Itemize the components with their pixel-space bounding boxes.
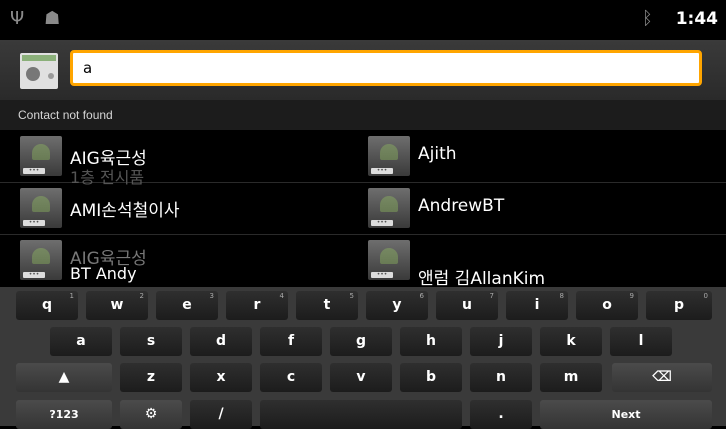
key-u[interactable]: u7 xyxy=(436,291,498,320)
contact-avatar: ••• xyxy=(20,188,62,228)
space-key[interactable] xyxy=(260,400,462,429)
contact-subtext: BT Andy xyxy=(70,264,137,283)
contact-not-found-label: Contact not found xyxy=(0,100,726,130)
contact-avatar: ••• xyxy=(368,188,410,228)
bluetooth-icon: ᛒ xyxy=(642,8,653,29)
key-c[interactable]: c xyxy=(260,363,322,392)
settings-key[interactable]: ⚙ xyxy=(120,400,182,429)
key-p[interactable]: p0 xyxy=(646,291,712,320)
shift-icon: ▲ xyxy=(58,369,70,385)
contacts-grid: ••• AIG육근성 1층 전시품 ••• Ajith ••• AMI손석철이사… xyxy=(0,130,726,286)
key-h[interactable]: h xyxy=(400,327,462,356)
contact-avatar: ••• xyxy=(20,240,62,280)
contact-avatar: ••• xyxy=(20,136,62,176)
contact-item[interactable]: ••• 앤럼 김AllanKim xyxy=(368,234,708,286)
settings-icon: ⚙ xyxy=(144,406,158,422)
usb-icon: Ψ xyxy=(10,8,25,29)
key-b[interactable]: b xyxy=(400,363,462,392)
contact-item[interactable]: ••• Ajith xyxy=(368,130,708,182)
key-q[interactable]: q1 xyxy=(16,291,78,320)
android-debug-icon: ☗ xyxy=(44,8,61,29)
key-i[interactable]: i8 xyxy=(506,291,568,320)
key-f[interactable]: f xyxy=(260,327,322,356)
contact-avatar: ••• xyxy=(368,136,410,176)
status-bar: Ψ ☗ ᛒ 1:44 xyxy=(0,0,726,40)
contact-avatar: ••• xyxy=(368,240,410,280)
key-r[interactable]: r4 xyxy=(226,291,288,320)
contact-name: Ajith xyxy=(418,144,457,164)
contact-name: AMI손석철이사 xyxy=(70,201,180,221)
key-t[interactable]: t5 xyxy=(296,291,358,320)
backspace-key[interactable]: ⌫ xyxy=(612,363,712,392)
key-a[interactable]: a xyxy=(50,327,112,356)
key-o[interactable]: o9 xyxy=(576,291,638,320)
shift-key[interactable]: ▲ xyxy=(16,363,112,392)
contact-item[interactable]: ••• AMI손석철이사 xyxy=(20,182,360,234)
key-s[interactable]: s xyxy=(120,327,182,356)
key-g[interactable]: g xyxy=(330,327,392,356)
key-z[interactable]: z xyxy=(120,363,182,392)
key-period[interactable]: . xyxy=(470,400,532,429)
key-m[interactable]: m xyxy=(540,363,602,392)
key-j[interactable]: j xyxy=(470,327,532,356)
contact-name: AndrewBT xyxy=(418,196,505,216)
key-l[interactable]: l xyxy=(610,327,672,356)
clock: 1:44 xyxy=(675,9,718,29)
key-k[interactable]: k xyxy=(540,327,602,356)
key-x[interactable]: x xyxy=(190,363,252,392)
search-input[interactable]: a xyxy=(70,50,702,86)
key-w[interactable]: w2 xyxy=(86,291,148,320)
contact-search-row: a xyxy=(0,40,726,100)
backspace-icon: ⌫ xyxy=(652,369,672,385)
key-n[interactable]: n xyxy=(470,363,532,392)
key-y[interactable]: y6 xyxy=(366,291,428,320)
contact-item[interactable]: ••• AIG육근성 BT Andy xyxy=(20,234,360,286)
key-v[interactable]: v xyxy=(330,363,392,392)
key-d[interactable]: d xyxy=(190,327,252,356)
contact-item[interactable]: ••• AIG육근성 1층 전시품 xyxy=(20,130,360,187)
key-slash[interactable]: / xyxy=(190,400,252,429)
symbols-key[interactable]: ?123 xyxy=(16,400,112,429)
contact-item[interactable]: ••• AndrewBT xyxy=(368,182,708,234)
next-key[interactable]: Next xyxy=(540,400,712,429)
contact-name: 앤럼 김AllanKim xyxy=(418,269,546,286)
contacts-app-icon[interactable] xyxy=(20,53,58,89)
key-e[interactable]: e3 xyxy=(156,291,218,320)
soft-keyboard: q1 w2 e3 r4 t5 y6 u7 i8 o9 p0 a s d f g … xyxy=(0,287,726,429)
